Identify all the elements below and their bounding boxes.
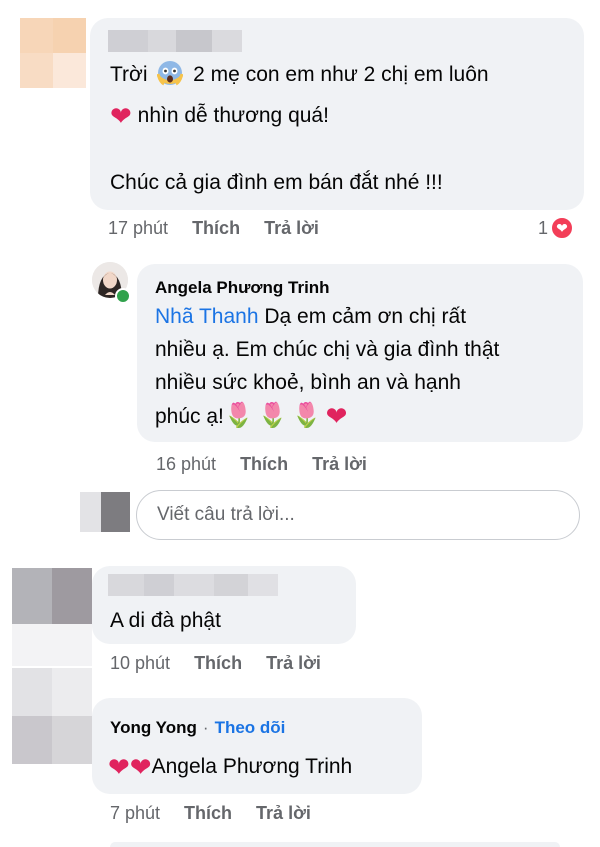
comment-line-2: nhìn dễ thương quá! [137,104,329,127]
separator-dot: · [202,718,209,737]
reply-line-1: Dạ em cảm ơn chị rất [264,305,467,328]
comment-text: Trời 2 mẹ con em như 2 chị em luôn ❤ nhì… [110,58,580,199]
reply-input[interactable]: Viết câu trả lời... [136,490,580,540]
reply-line-2: nhiều ạ. Em chúc chị và gia đình thật [155,338,500,361]
reply-actions: 16 phút Thích Trả lời [156,454,367,475]
reply-line-3: nhiều sức khoẻ, bình an và hạnh [155,371,461,394]
reaction-count: 1 [538,217,549,238]
reply-button[interactable]: Trả lời [266,653,321,674]
tulip-icon: 🌷 [257,401,288,429]
reaction-summary[interactable]: 1 ❤ [538,216,575,240]
reply-button[interactable]: Trả lời [264,218,319,239]
like-button[interactable]: Thích [240,454,288,475]
reply-text: Nhã Thanh Dạ em cảm ơn chị rất nhiều ạ. … [155,300,575,434]
heart-icon: ❤ [108,753,130,783]
reply-line-4: phúc ạ! [155,405,224,428]
comment-actions: 7 phút Thích Trả lời [110,803,311,824]
reply-button[interactable]: Trả lời [256,803,311,824]
author-name[interactable]: Angela Phương Trinh [155,278,330,298]
comment-text: A di đà phật [110,609,221,632]
online-dot-icon [115,288,131,304]
mention-text[interactable]: Angela Phương Trinh [152,755,353,778]
comment-header: Yong Yong · Theo dõi [110,718,285,738]
reply-button[interactable]: Trả lời [312,454,367,475]
comment-bubble: Trời 2 mẹ con em như 2 chị em luôn ❤ nhì… [90,18,584,210]
avatar[interactable] [20,18,86,88]
heart-icon: ❤ [110,102,132,132]
reply-input-placeholder: Viết câu trả lời... [157,504,295,525]
current-user-avatar [80,492,130,532]
like-button[interactable]: Thích [192,218,240,239]
comment-line-1: Trời [110,63,148,86]
comment-bubble: Yong Yong · Theo dõi ❤❤Angela Phương Tri… [92,698,422,794]
reply-bubble: Angela Phương Trinh Nhã Thanh Dạ em cảm … [137,264,583,442]
next-comment-edge [110,842,560,847]
shocked-face-icon [156,60,184,86]
comment-line-3: Chúc cả gia đình em bán đắt nhé !!! [110,171,443,194]
timestamp: 7 phút [110,803,161,823]
timestamp: 10 phút [110,653,171,673]
love-reaction-icon: ❤ [550,216,575,240]
like-button[interactable]: Thích [194,653,242,674]
author-name-blurred[interactable] [108,574,278,596]
avatar[interactable] [12,668,92,764]
author-name[interactable]: Yong Yong [110,718,197,738]
mention-link[interactable]: Nhã Thanh [155,305,259,328]
heart-icon: ❤ [129,753,152,783]
heart-icon: ❤ [325,402,348,432]
author-name-blurred[interactable] [108,30,242,52]
comment-bubble: A di đà phật [92,566,356,644]
avatar[interactable] [12,568,92,624]
like-button[interactable]: Thích [184,803,232,824]
follow-link[interactable]: Theo dõi [215,718,286,738]
comment-actions: 17 phút Thích Trả lời [108,218,319,239]
tulip-icon: 🌷 [223,401,254,429]
comment-text: ❤❤Angela Phương Trinh [108,750,352,785]
timestamp: 16 phút [156,454,217,474]
comment-line-1b: 2 mẹ con em như 2 chị em luôn [193,63,489,86]
timestamp: 17 phút [108,218,169,238]
avatar-blur-fill [12,624,92,666]
tulip-icon: 🌷 [291,401,322,429]
comment-actions: 10 phút Thích Trả lời [110,653,321,674]
